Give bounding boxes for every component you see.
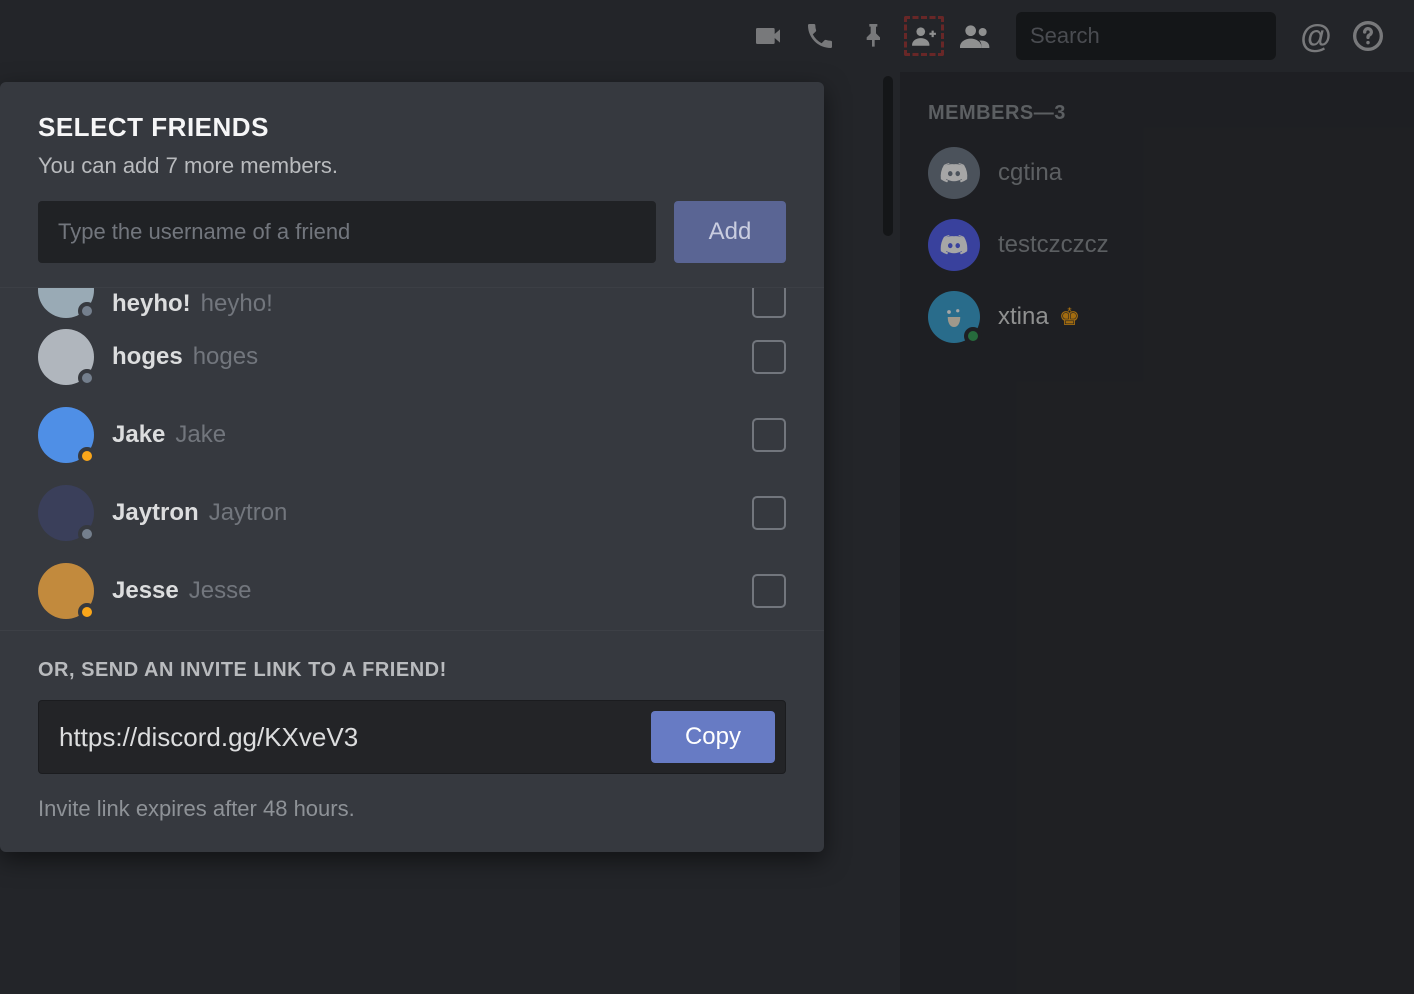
popover-title: SELECT FRIENDS bbox=[38, 112, 786, 143]
friend-username: heyho! bbox=[201, 290, 273, 318]
friend-display-name: Jake bbox=[112, 421, 165, 449]
channel-toolbar: @ bbox=[0, 0, 1414, 72]
member-row[interactable]: testczczcz bbox=[920, 209, 1394, 281]
friend-checkbox[interactable] bbox=[752, 340, 786, 374]
status-indicator-icon bbox=[78, 447, 96, 465]
member-row[interactable]: cgtina bbox=[920, 137, 1394, 209]
status-indicator-icon bbox=[78, 302, 96, 318]
add-button[interactable]: Add bbox=[674, 201, 786, 263]
select-friends-popover: SELECT FRIENDS You can add 7 more member… bbox=[0, 82, 824, 852]
friend-row[interactable]: Jesse Jesse bbox=[38, 552, 786, 630]
member-name: testczczcz bbox=[998, 231, 1109, 259]
friend-username: hoges bbox=[193, 343, 258, 371]
friend-username: Jesse bbox=[189, 577, 252, 605]
member-name: xtina ♚ bbox=[998, 303, 1080, 332]
voice-call-icon[interactable] bbox=[800, 16, 840, 56]
friends-list: heyho! heyho! hoges hoges Jake Jake Jayt… bbox=[0, 287, 824, 630]
crown-icon: ♚ bbox=[1059, 303, 1081, 332]
friend-row[interactable]: Jaytron Jaytron bbox=[38, 474, 786, 552]
avatar bbox=[38, 329, 94, 385]
avatar bbox=[38, 563, 94, 619]
friend-row[interactable]: hoges hoges bbox=[38, 318, 786, 396]
friend-username: Jake bbox=[175, 421, 226, 449]
invite-heading: OR, SEND AN INVITE LINK TO A FRIEND! bbox=[38, 659, 786, 682]
popover-subtitle: You can add 7 more members. bbox=[38, 153, 786, 179]
members-heading: MEMBERS—3 bbox=[928, 102, 1394, 125]
friend-checkbox[interactable] bbox=[752, 288, 786, 318]
channel-search[interactable] bbox=[1016, 12, 1276, 60]
invite-link-input[interactable] bbox=[59, 722, 651, 753]
member-name: cgtina bbox=[998, 159, 1062, 187]
friend-search-input[interactable] bbox=[38, 201, 656, 263]
friend-display-name: hoges bbox=[112, 343, 183, 371]
status-indicator-icon bbox=[78, 525, 96, 543]
add-friends-icon[interactable] bbox=[904, 16, 944, 56]
invite-expiry-text: Invite link expires after 48 hours. bbox=[38, 796, 786, 822]
avatar bbox=[928, 147, 980, 199]
friend-display-name: heyho! bbox=[112, 290, 191, 318]
avatar bbox=[38, 485, 94, 541]
friend-checkbox[interactable] bbox=[752, 418, 786, 452]
friend-checkbox[interactable] bbox=[752, 574, 786, 608]
video-call-icon[interactable] bbox=[748, 16, 788, 56]
help-icon[interactable] bbox=[1348, 16, 1388, 56]
members-panel: MEMBERS—3 cgtina testczczcz xtina ♚ bbox=[900, 72, 1414, 994]
pin-icon[interactable] bbox=[852, 16, 892, 56]
friend-checkbox[interactable] bbox=[752, 496, 786, 530]
avatar bbox=[928, 219, 980, 271]
status-indicator-icon bbox=[964, 327, 982, 345]
avatar bbox=[38, 288, 94, 318]
status-indicator-icon bbox=[78, 369, 96, 387]
friend-display-name: Jesse bbox=[112, 577, 179, 605]
chat-scrollbar-track bbox=[880, 72, 900, 994]
mentions-icon[interactable]: @ bbox=[1296, 16, 1336, 56]
avatar bbox=[38, 407, 94, 463]
friend-display-name: Jaytron bbox=[112, 499, 199, 527]
search-input[interactable] bbox=[1030, 23, 1318, 49]
status-indicator-icon bbox=[78, 603, 96, 621]
friend-username: Jaytron bbox=[209, 499, 288, 527]
copy-button[interactable]: Copy bbox=[651, 711, 775, 763]
members-icon[interactable] bbox=[956, 16, 996, 56]
friend-row[interactable]: heyho! heyho! bbox=[38, 288, 786, 318]
member-row[interactable]: xtina ♚ bbox=[920, 281, 1394, 353]
avatar bbox=[928, 291, 980, 343]
invite-link-row: Copy bbox=[38, 700, 786, 774]
friend-row[interactable]: Jake Jake bbox=[38, 396, 786, 474]
chat-scrollbar-thumb[interactable] bbox=[883, 76, 893, 236]
